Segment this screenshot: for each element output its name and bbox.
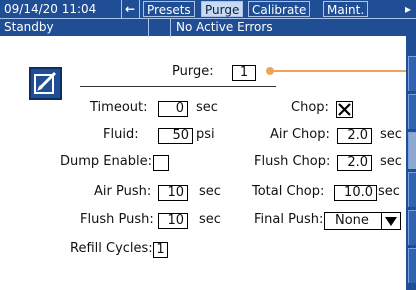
- edit-mode-icon[interactable]: [29, 67, 62, 100]
- tab-calibrate[interactable]: Calibrate: [248, 1, 311, 17]
- error-status: No Active Errors: [176, 20, 273, 34]
- top-navigation-bar: 09/14/20 11:04 ← Presets Purge Calibrate…: [0, 0, 416, 18]
- chop-label: Chop:: [291, 100, 329, 115]
- flush-push-unit: sec: [199, 212, 221, 227]
- timeout-label: Timeout:: [90, 100, 148, 115]
- flush-chop-label: Flush Chop:: [254, 154, 331, 169]
- purge-slider-track[interactable]: [270, 70, 406, 72]
- more-tabs-icon[interactable]: ▸: [405, 1, 411, 17]
- side-button-4[interactable]: [408, 172, 416, 207]
- side-button-1[interactable]: [408, 56, 416, 91]
- flush-chop-unit: sec: [380, 154, 402, 169]
- datetime: 09/14/20 11:04: [4, 2, 97, 16]
- air-push-field[interactable]: 10: [158, 185, 188, 201]
- purge-number-field[interactable]: 1: [232, 65, 256, 81]
- side-button-2[interactable]: [408, 94, 416, 129]
- chevron-down-icon: [385, 217, 397, 226]
- tab-presets[interactable]: Presets: [143, 1, 195, 17]
- side-button-6[interactable]: [408, 248, 416, 283]
- side-button-3[interactable]: [408, 132, 416, 169]
- final-push-selected: None: [335, 213, 369, 228]
- refill-cycles-label: Refill Cycles:: [70, 241, 153, 256]
- fluid-unit: psi: [196, 127, 215, 142]
- air-chop-unit: sec: [380, 127, 402, 142]
- tab-maint[interactable]: Maint.: [323, 1, 369, 17]
- purge-slider-knob[interactable]: [266, 67, 274, 75]
- air-push-label: Air Push:: [94, 184, 152, 199]
- chop-checkbox[interactable]: [336, 101, 353, 118]
- right-side-strip: [406, 36, 416, 290]
- back-arrow-icon[interactable]: ←: [125, 1, 135, 17]
- refill-cycles-field[interactable]: 1: [153, 242, 168, 258]
- total-chop-field: 10.0: [334, 185, 377, 201]
- status-bar: Standby No Active Errors: [0, 18, 416, 37]
- timeout-field[interactable]: 0: [158, 101, 188, 117]
- fluid-field[interactable]: 50: [158, 128, 193, 144]
- final-push-dropdown[interactable]: None: [324, 212, 401, 230]
- total-chop-unit: sec: [378, 184, 400, 199]
- side-button-5[interactable]: [408, 210, 416, 245]
- checkmark-x-icon: [338, 103, 351, 116]
- system-mode: Standby: [4, 20, 54, 34]
- flush-push-field[interactable]: 10: [158, 213, 188, 229]
- fluid-label: Fluid:: [103, 127, 139, 142]
- air-push-unit: sec: [199, 184, 221, 199]
- air-chop-label: Air Chop:: [270, 127, 330, 142]
- dump-enable-checkbox[interactable]: [153, 155, 169, 171]
- timeout-unit: sec: [196, 100, 218, 115]
- final-push-label: Final Push:: [254, 212, 324, 227]
- tab-purge[interactable]: Purge: [201, 1, 244, 17]
- air-chop-field[interactable]: 2.0: [337, 128, 372, 144]
- purge-label: Purge:: [172, 64, 214, 79]
- dump-enable-label: Dump Enable:: [60, 154, 152, 169]
- flush-push-label: Flush Push:: [80, 212, 154, 227]
- total-chop-label: Total Chop:: [252, 184, 325, 199]
- flush-chop-field[interactable]: 2.0: [337, 155, 372, 171]
- header-divider: [80, 86, 276, 87]
